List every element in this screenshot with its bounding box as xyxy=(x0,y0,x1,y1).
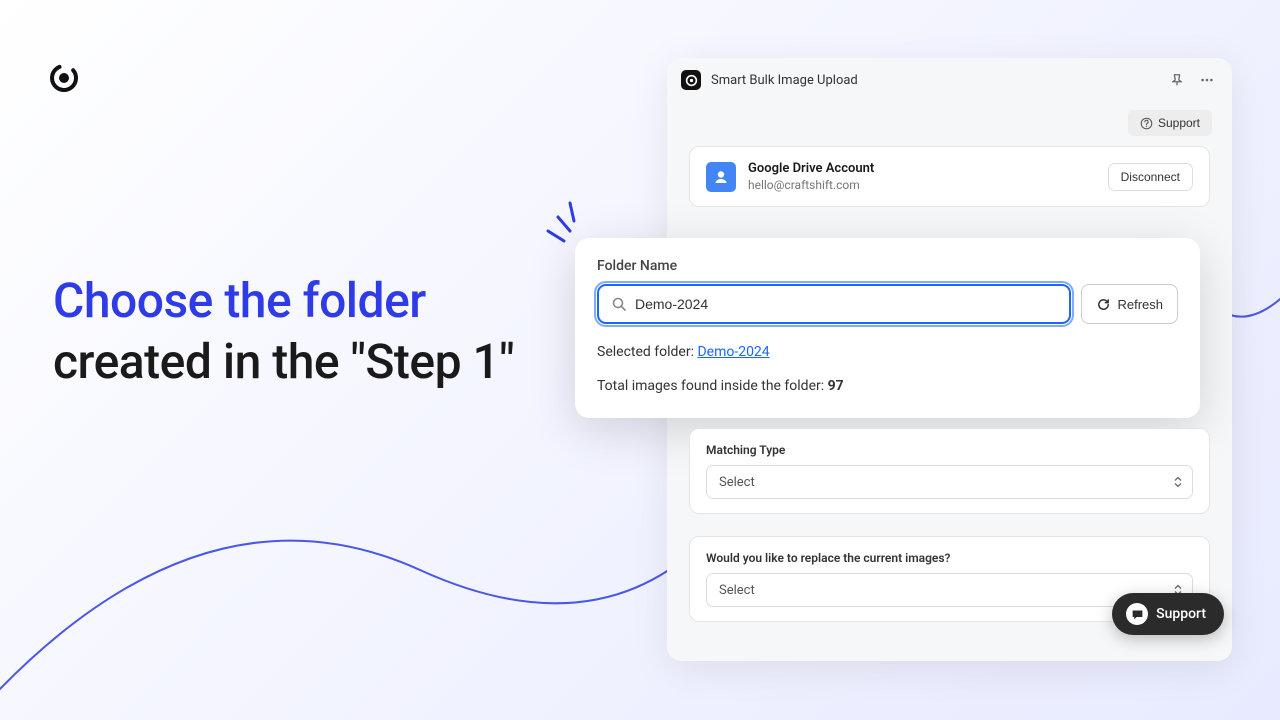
selected-folder-link[interactable]: Demo-2024 xyxy=(697,344,769,360)
headline-line2: created in the xyxy=(53,333,339,390)
app-window: Smart Bulk Image Upload Support Google D… xyxy=(667,58,1232,661)
chat-support-widget[interactable]: Support xyxy=(1112,593,1224,635)
chat-widget-label: Support xyxy=(1156,606,1206,622)
support-button[interactable]: Support xyxy=(1128,110,1212,136)
help-icon xyxy=(1140,117,1153,130)
selected-folder-line: Selected folder: Demo-2024 xyxy=(597,344,1178,360)
sparkle-icon xyxy=(530,195,584,249)
support-button-label: Support xyxy=(1158,116,1200,130)
matching-type-select[interactable]: Select xyxy=(706,465,1193,499)
matching-type-label: Matching Type xyxy=(706,443,1193,457)
account-title: Google Drive Account xyxy=(748,161,1096,176)
account-card: Google Drive Account hello@craftshift.co… xyxy=(689,146,1210,207)
refresh-icon xyxy=(1096,297,1111,312)
pin-icon[interactable] xyxy=(1166,69,1188,91)
app-title: Smart Bulk Image Upload xyxy=(711,73,1166,88)
disconnect-button[interactable]: Disconnect xyxy=(1108,163,1193,191)
page-headline: Choose the folder created in the "Step 1… xyxy=(53,270,533,393)
total-images-line: Total images found inside the folder: 97 xyxy=(597,378,1178,394)
select-caret-icon xyxy=(1174,477,1182,488)
matching-type-card: Matching Type Select xyxy=(689,428,1210,514)
folder-name-input[interactable] xyxy=(635,296,1057,312)
brand-logo xyxy=(48,62,80,98)
chat-icon xyxy=(1126,603,1148,625)
selected-folder-prefix: Selected folder: xyxy=(597,344,697,360)
refresh-button-label: Refresh xyxy=(1117,297,1163,312)
total-images-count: 97 xyxy=(828,378,844,394)
replace-images-placeholder: Select xyxy=(719,583,755,598)
decorative-curve xyxy=(0,430,700,710)
app-header: Smart Bulk Image Upload xyxy=(667,58,1232,102)
headline-line3: "Step 1" xyxy=(351,333,515,390)
replace-images-label: Would you like to replace the current im… xyxy=(706,551,1193,565)
app-logo-icon xyxy=(681,70,701,90)
headline-highlight: Choose the folder xyxy=(53,272,426,329)
folder-card: Folder Name Refresh Selected folder: Dem… xyxy=(575,238,1200,418)
search-icon xyxy=(611,296,627,312)
matching-type-placeholder: Select xyxy=(719,475,755,490)
more-icon[interactable] xyxy=(1196,69,1218,91)
gdrive-account-icon xyxy=(706,162,736,192)
total-images-prefix: Total images found inside the folder: xyxy=(597,378,828,394)
account-email: hello@craftshift.com xyxy=(748,178,1096,192)
folder-search-wrap[interactable] xyxy=(597,284,1071,324)
folder-name-label: Folder Name xyxy=(597,258,1178,274)
refresh-button[interactable]: Refresh xyxy=(1081,284,1178,324)
